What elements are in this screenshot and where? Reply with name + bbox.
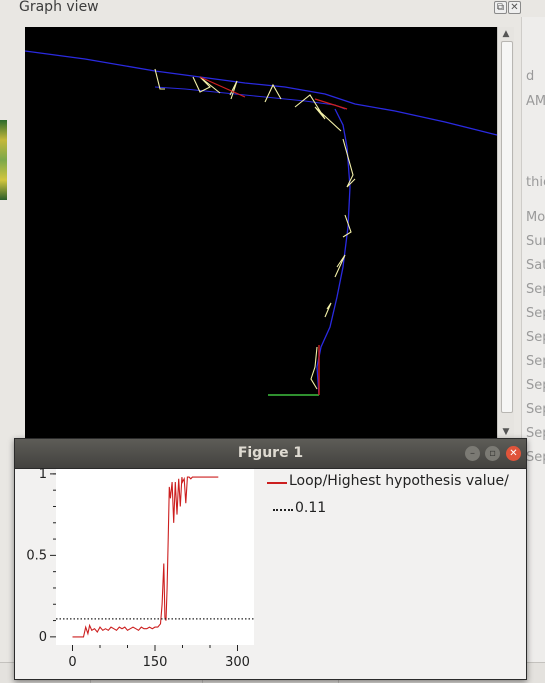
legend-entry: 0.11 xyxy=(267,500,326,516)
scroll-down-arrow-icon[interactable]: ▼ xyxy=(498,425,514,439)
right-panel-text: Sep xyxy=(526,330,545,345)
pose-graph xyxy=(25,50,497,396)
right-panel-text: thie xyxy=(526,175,545,190)
figure-titlebar[interactable]: Figure 1 – ▫ ✕ xyxy=(15,439,526,469)
legend-swatch-red xyxy=(267,482,287,484)
y-axis: 00.51 xyxy=(26,468,56,645)
legend-entry: Loop/Highest hypothesis value/ xyxy=(267,473,509,489)
close-icon[interactable]: ✕ xyxy=(506,446,521,461)
y-tick-label: 1 xyxy=(39,468,47,482)
y-tick-label: 0 xyxy=(39,630,47,645)
right-panel-text: Sat xyxy=(526,258,545,273)
right-panel-text: Sep xyxy=(526,354,545,369)
right-panel-text: Sep xyxy=(526,378,545,393)
graph-view-scrollbar[interactable]: ▲ ▼ xyxy=(497,27,514,439)
x-tick-label: 150 xyxy=(143,655,168,670)
right-panel-text: Mon xyxy=(526,210,545,225)
graph-view-canvas[interactable] xyxy=(25,27,497,439)
graph-view-title: Graph view xyxy=(19,0,99,15)
background-image-strip xyxy=(0,120,7,200)
right-panel-text: d xyxy=(526,69,535,84)
right-panel-text: AM xyxy=(526,94,545,109)
maximize-icon[interactable]: ▫ xyxy=(485,446,500,461)
graph-view-header: Graph view ⧉ ✕ xyxy=(0,0,545,17)
legend-swatch-dotted xyxy=(273,509,293,511)
right-panel-text: Sep xyxy=(526,282,545,297)
close-icon[interactable]: ✕ xyxy=(508,1,521,14)
legend-label: 0.11 xyxy=(295,500,327,516)
scrollbar-thumb[interactable] xyxy=(501,41,513,413)
legend-label: Loop/Highest hypothesis value/ xyxy=(289,473,509,489)
x-tick-label: 0 xyxy=(68,655,76,670)
right-panel-text: Sun xyxy=(526,234,545,249)
x-axis: 0 150 300 xyxy=(68,645,250,670)
right-panel-text: Sep xyxy=(526,306,545,321)
loop-closure-links xyxy=(154,68,356,390)
scroll-up-arrow-icon[interactable]: ▲ xyxy=(498,27,514,41)
figure-title: Figure 1 xyxy=(237,445,304,461)
graph-edge-descent xyxy=(316,108,351,396)
minimize-icon[interactable]: – xyxy=(465,446,480,461)
figure-window: Figure 1 – ▫ ✕ 0 0.5 1 0 150 300 Loop/Highes… xyxy=(14,438,527,680)
float-icon[interactable]: ⧉ xyxy=(494,1,507,14)
right-panel-text: Sep xyxy=(526,450,545,465)
right-panel-text: Sep xyxy=(526,402,545,417)
x-tick-label: 300 xyxy=(225,655,250,670)
y-tick-label: 0.5 xyxy=(26,548,47,563)
graph-edge-main xyxy=(25,50,497,136)
right-panel-text: Sep xyxy=(526,426,545,441)
